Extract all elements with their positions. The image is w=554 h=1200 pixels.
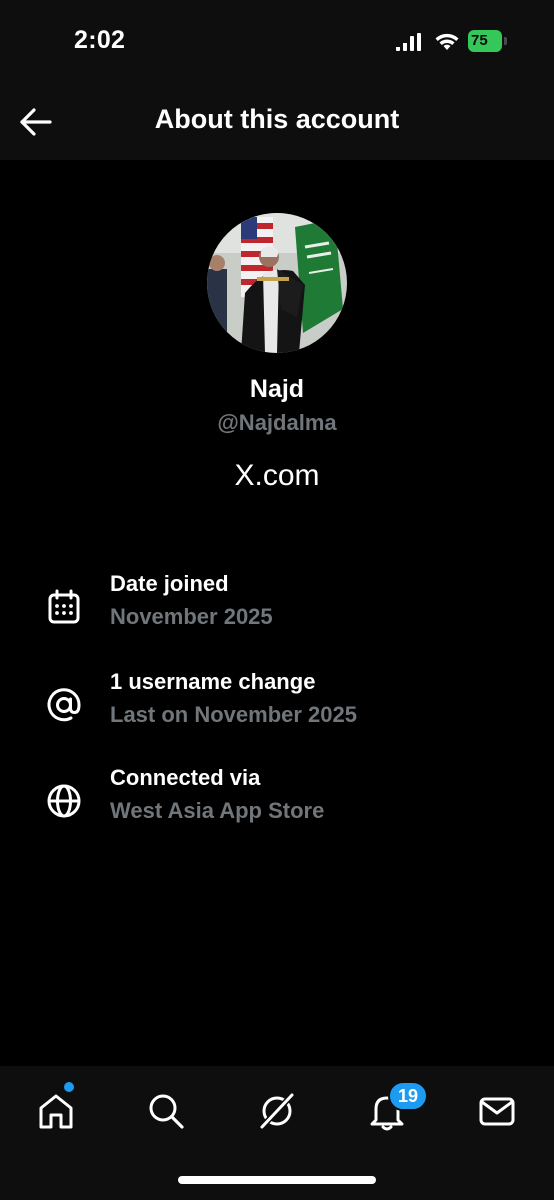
username-handle: @Najdalma xyxy=(217,410,337,435)
page-title: About this account xyxy=(154,104,400,134)
mail-icon xyxy=(479,1097,515,1126)
info-row-connected-via: Connected via West Asia App Store xyxy=(0,765,554,835)
info-row-username-change: 1 username change Last on November 2025 xyxy=(0,669,554,739)
at-sign-icon xyxy=(47,688,81,722)
nav-search[interactable] xyxy=(141,1086,191,1136)
display-name: Najd xyxy=(249,375,305,403)
search-icon xyxy=(149,1094,184,1129)
info-title: 1 username change xyxy=(110,669,316,694)
home-unread-dot xyxy=(64,1082,74,1092)
globe-icon xyxy=(47,784,81,818)
cellular-signal-icon xyxy=(396,33,421,51)
info-title: Connected via xyxy=(110,765,261,790)
info-value: West Asia App Store xyxy=(110,798,325,823)
header: About this account xyxy=(0,80,554,160)
nav-home[interactable] xyxy=(31,1086,81,1136)
battery-indicator: 75 xyxy=(468,30,508,52)
status-bar: 2:02 75 xyxy=(0,0,554,80)
home-icon xyxy=(39,1094,73,1129)
info-value: Last on November 2025 xyxy=(110,702,357,727)
notifications-badge: 19 xyxy=(388,1081,428,1111)
wifi-icon xyxy=(435,33,459,50)
home-indicator[interactable] xyxy=(178,1176,376,1184)
avatar[interactable] xyxy=(207,213,347,353)
status-time: 2:02 xyxy=(74,26,126,54)
battery-level: 75 xyxy=(468,30,502,52)
calendar-icon xyxy=(48,589,80,624)
info-title: Date joined xyxy=(110,571,229,596)
site-label: X.com xyxy=(234,459,320,492)
battery-cap xyxy=(504,37,507,45)
info-row-date-joined: Date joined November 2025 xyxy=(0,571,554,641)
info-value: November 2025 xyxy=(110,604,273,629)
grok-icon xyxy=(258,1091,296,1131)
nav-grok[interactable] xyxy=(252,1086,302,1136)
avatar-image xyxy=(207,213,347,353)
nav-messages[interactable] xyxy=(472,1086,522,1136)
